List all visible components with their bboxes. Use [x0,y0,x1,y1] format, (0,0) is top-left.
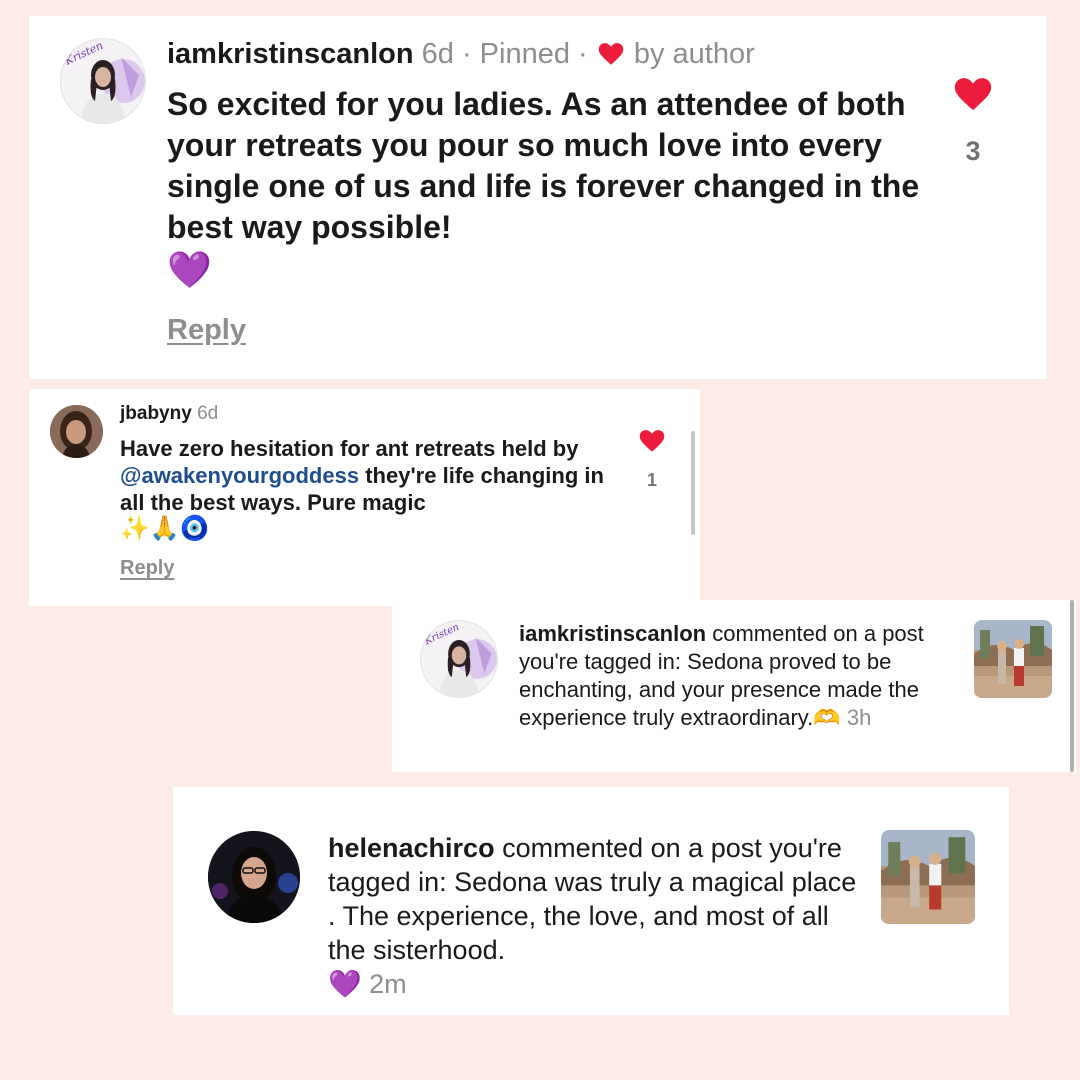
helena-avatar-image [208,831,300,923]
scrollbar[interactable] [691,431,695,535]
kristin-avatar-image: Kristen [62,39,145,123]
purple-heart-emoji: 💜 [328,969,362,999]
comment-time: 6d [197,403,219,424]
heart-hands-emoji: 🫶 [813,705,841,730]
comment-card-jbabyny: jbabyny 6d Have zero hesitation for ant … [29,389,700,606]
notification-card-kristin: Kristen iamkristinscanlon commented on a… [392,600,1076,772]
notification-text[interactable]: iamkristinscanlon commented on a post yo… [519,620,959,732]
pinned-comment-card: Kristen iamkristinscanlon 6d · Pinned · … [29,16,1046,379]
comment-meta: 6d · Pinned · [421,38,588,70]
comment-username[interactable]: jbabyny [120,403,192,424]
mention-link[interactable]: @awakenyourgoddess [120,463,359,488]
notification-card-helena: helenachirco commented on a post you're … [173,787,1009,1015]
like-heart-icon[interactable] [637,426,667,453]
kristin-avatar[interactable]: Kristen [60,38,146,124]
comment-emojis: ✨🙏🧿 [120,515,210,542]
post-thumbnail-image [974,620,1052,698]
comment-text-start: Have zero hesitation for ant retreats he… [120,436,579,461]
jbabyny-avatar[interactable] [50,405,103,458]
comment-username[interactable]: iamkristinscanlon [167,38,414,70]
helena-avatar[interactable] [208,831,300,923]
comment-text: So excited for you ladies. As an attende… [167,86,920,245]
like-count: 1 [646,470,657,490]
notification-username[interactable]: helenachirco [328,833,495,863]
notification-username[interactable]: iamkristinscanlon [519,621,706,646]
notification-time: 3h [846,705,872,730]
post-thumbnail[interactable] [974,620,1052,698]
scrollbar[interactable] [1070,600,1074,772]
purple-heart-emoji: 💜 [167,249,212,290]
notification-text[interactable]: helenachirco commented on a post you're … [328,831,858,1001]
notification-time: 2m [369,969,407,999]
liked-by-author-label: by author [633,38,755,70]
comment-text: Have zero hesitation for ant retreats he… [120,435,610,516]
post-thumbnail-image [881,830,975,924]
like-count: 3 [965,136,981,166]
kristin-avatar-image: Kristen [422,622,497,697]
kristin-avatar[interactable]: Kristen [420,620,498,698]
comment-header: iamkristinscanlon 6d · Pinned · by autho… [167,38,755,71]
like-heart-icon[interactable] [951,72,995,112]
comment-header: jbabyny 6d [120,403,218,425]
liked-by-author-heart-icon [598,43,624,65]
post-thumbnail[interactable] [881,830,975,924]
reply-button[interactable]: Reply [120,557,174,580]
reply-button[interactable]: Reply [167,314,246,347]
jbabyny-avatar-image [50,405,103,458]
